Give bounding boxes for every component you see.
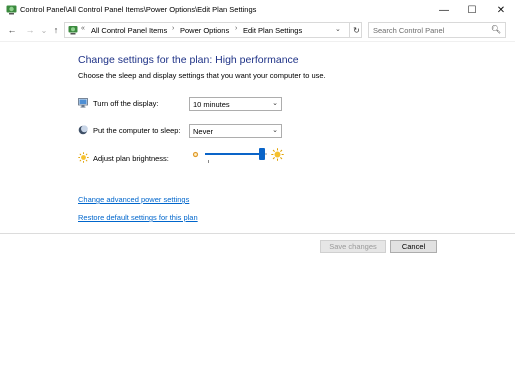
- monitor-icon: [78, 98, 88, 108]
- maximize-button[interactable]: ☐: [458, 0, 486, 20]
- toolbar-divider: [0, 41, 515, 42]
- restore-default-settings-link[interactable]: Restore default settings for this plan: [78, 213, 198, 222]
- address-bar[interactable]: « All Control Panel Items › Power Option…: [64, 22, 362, 38]
- save-changes-button[interactable]: Save changes: [320, 240, 386, 253]
- refresh-icon: ↻: [353, 25, 360, 35]
- dim-sun-icon: [192, 151, 199, 158]
- up-button[interactable]: ↑: [50, 24, 62, 36]
- brightness-label: Adjust plan brightness:: [93, 154, 169, 163]
- back-button[interactable]: ←: [6, 24, 18, 36]
- breadcrumb-separator-icon[interactable]: ›: [235, 25, 237, 32]
- control-panel-icon: [68, 26, 78, 35]
- refresh-button[interactable]: ↻: [349, 23, 363, 37]
- change-advanced-power-settings-link[interactable]: Change advanced power settings: [78, 195, 189, 204]
- brightness-slider-fill: [205, 153, 263, 155]
- turn-off-display-value: 10 minutes: [193, 100, 230, 109]
- breadcrumb-power-options[interactable]: Power Options: [180, 26, 229, 35]
- brightness-slider-thumb[interactable]: [259, 148, 266, 160]
- close-button[interactable]: ✕: [487, 0, 515, 20]
- overflow-chevron-icon[interactable]: «: [81, 25, 85, 32]
- up-arrow-icon: ↑: [53, 25, 59, 35]
- chevron-down-icon: ⌄: [272, 100, 278, 107]
- close-icon: ✕: [496, 4, 506, 16]
- chevron-down-icon: ⌄: [40, 25, 48, 35]
- turn-off-display-label: Turn off the display:: [93, 99, 159, 108]
- sleep-value: Never: [193, 127, 214, 136]
- page-title: Change settings for the plan: High perfo…: [78, 54, 299, 66]
- cancel-button[interactable]: Cancel: [390, 240, 437, 253]
- page-description: Choose the sleep and display settings th…: [78, 71, 326, 80]
- turn-off-display-select[interactable]: 10 minutes ⌄: [189, 97, 282, 111]
- chevron-down-icon: ⌄: [272, 127, 278, 134]
- maximize-icon: ☐: [467, 4, 477, 16]
- window-title: Control Panel\All Control Panel Items\Po…: [20, 5, 257, 14]
- search-box[interactable]: 🔍︎: [368, 22, 506, 38]
- brightness-sun-icon: [78, 152, 89, 163]
- title-bar: Control Panel\All Control Panel Items\Po…: [0, 0, 515, 20]
- address-dropdown-icon[interactable]: ⌄: [335, 25, 341, 33]
- minimize-button[interactable]: —: [430, 0, 458, 20]
- recent-locations-button[interactable]: ⌄: [38, 24, 50, 36]
- minimize-icon: —: [439, 4, 449, 16]
- slider-tick: [208, 160, 209, 163]
- breadcrumb-edit-plan-settings[interactable]: Edit Plan Settings: [243, 26, 302, 35]
- forward-button[interactable]: →: [24, 24, 36, 36]
- sleep-label: Put the computer to sleep:: [93, 126, 181, 135]
- forward-arrow-icon: →: [25, 25, 35, 35]
- back-arrow-icon: ←: [7, 25, 17, 35]
- bright-sun-icon: [271, 148, 284, 161]
- search-icon[interactable]: 🔍︎: [491, 25, 501, 34]
- breadcrumb-all-control-panel-items[interactable]: All Control Panel Items: [91, 26, 167, 35]
- breadcrumb-separator-icon[interactable]: ›: [172, 25, 174, 32]
- footer-divider: [0, 233, 515, 234]
- search-input[interactable]: [373, 25, 485, 36]
- moon-icon: [78, 125, 88, 135]
- control-panel-icon: [6, 5, 17, 15]
- sleep-select[interactable]: Never ⌄: [189, 124, 282, 138]
